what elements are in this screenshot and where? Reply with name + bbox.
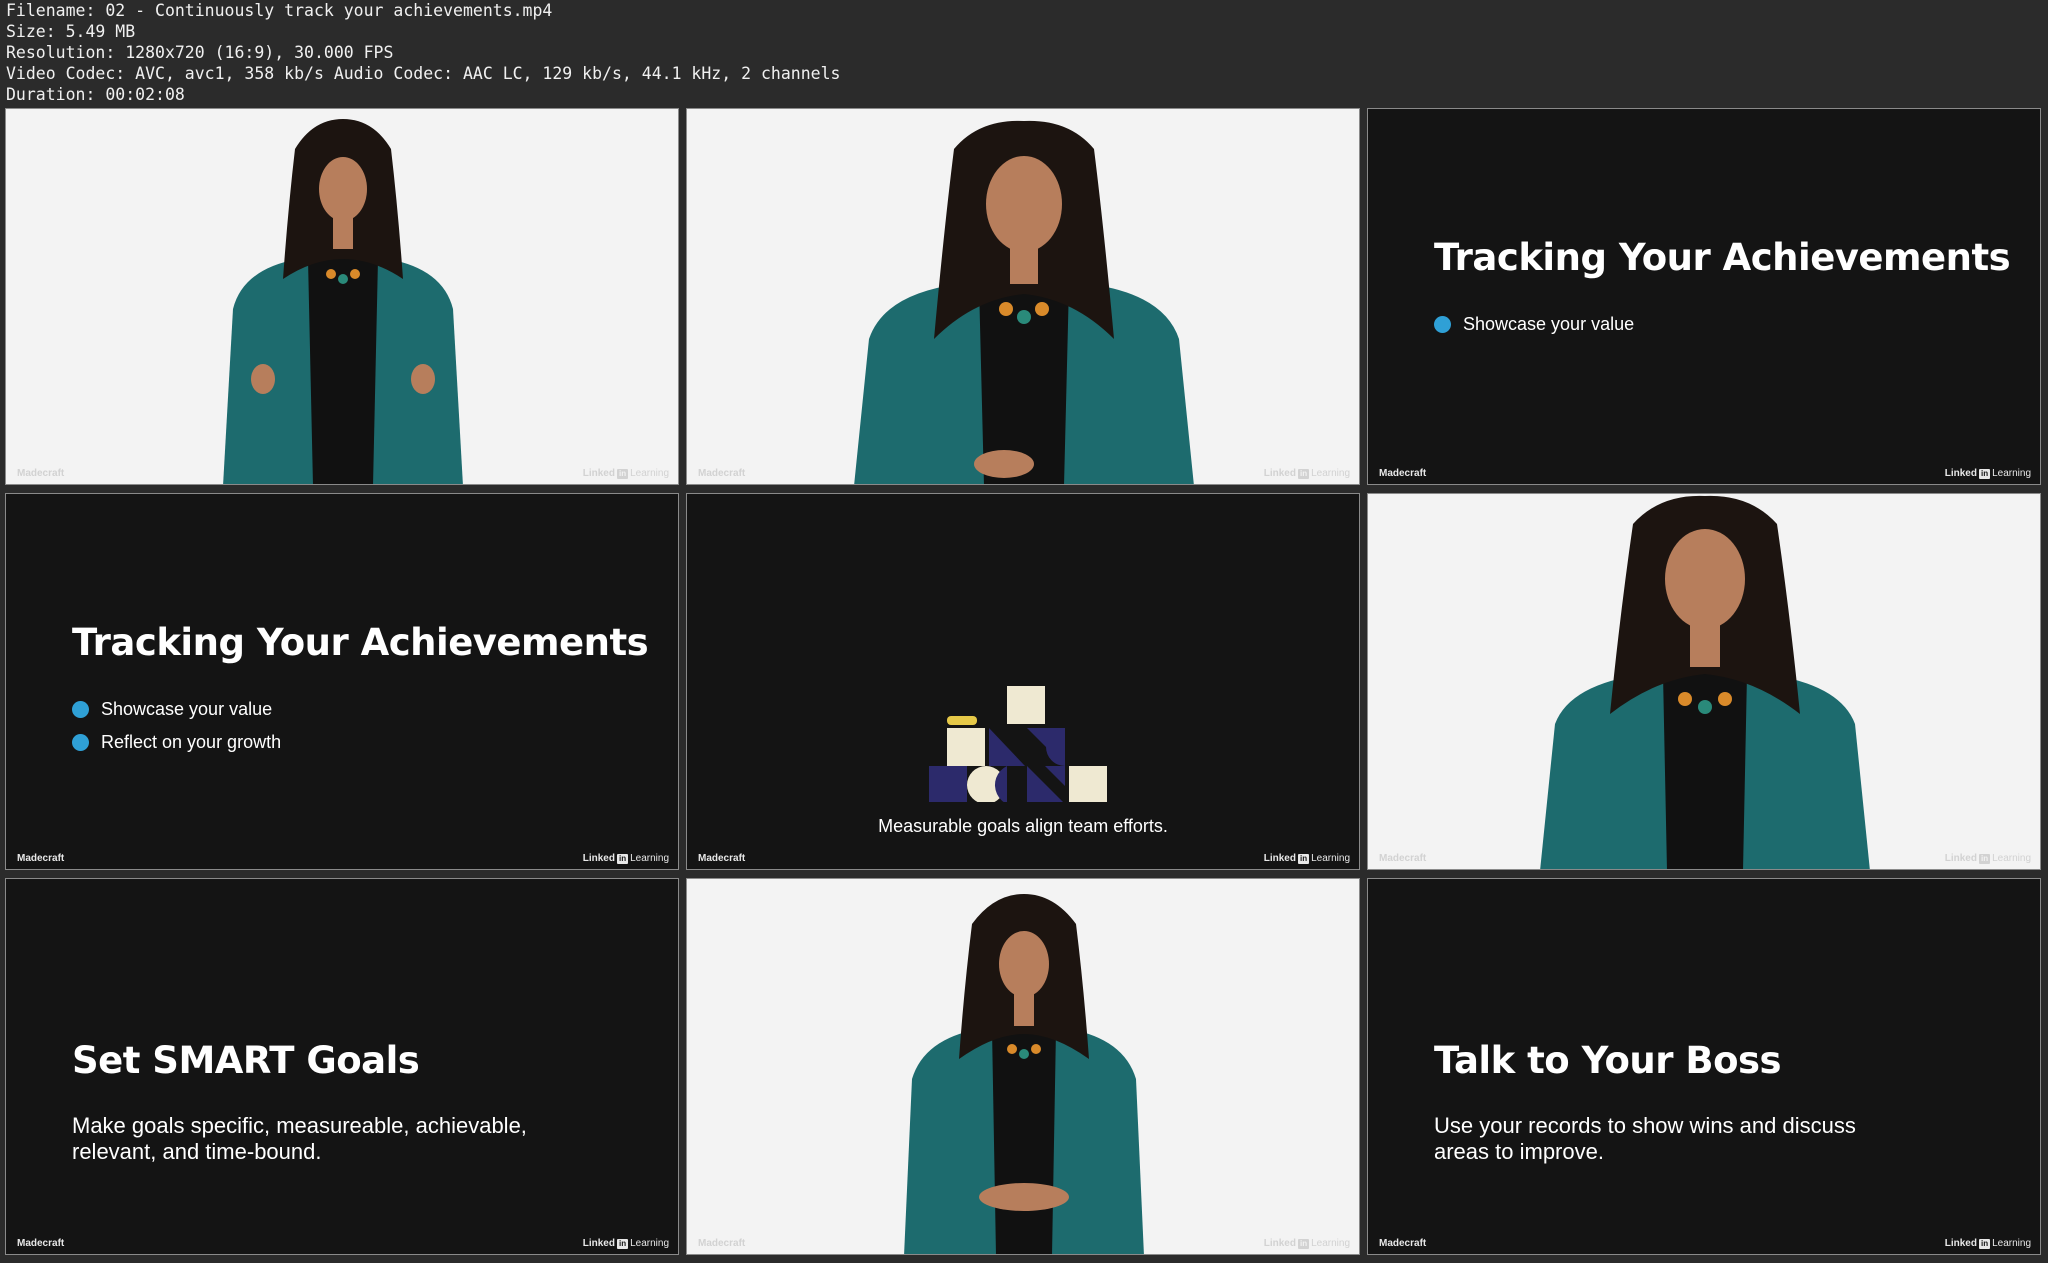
presenter-image	[854, 120, 1194, 484]
linkedin-learning-watermark: Linked in Learning	[1944, 468, 2031, 479]
linkedin-learning-watermark: Linked in Learning	[582, 468, 669, 479]
thumbnail-6[interactable]: Madecraft Linked in Learning	[1367, 493, 2041, 870]
madecraft-watermark: Madecraft	[17, 853, 65, 864]
presenter-image	[1540, 495, 1870, 869]
linkedin-learning-watermark: Linked in Learning	[582, 853, 669, 864]
madecraft-watermark: Madecraft	[17, 468, 65, 479]
linkedin-learning-watermark: Linked in Learning	[1944, 1238, 2031, 1249]
thumbnail-2[interactable]: Madecraft Linked in Learning	[686, 108, 1360, 485]
bullet-item: Showcase your value	[1434, 314, 1634, 335]
linkedin-learning-watermark: Linked in Learning	[1263, 1238, 1350, 1249]
thumbnail-3[interactable]: Tracking Your Achievements Showcase your…	[1367, 108, 2041, 485]
thumbnail-7[interactable]: Set SMART Goals Make goals specific, mea…	[5, 878, 679, 1255]
slide-title: Tracking Your Achievements	[72, 621, 649, 664]
linkedin-learning-watermark: Linked in Learning	[1263, 853, 1350, 864]
madecraft-watermark: Madecraft	[1379, 853, 1427, 864]
bullet-dot-icon	[72, 701, 89, 718]
thumbnail-1[interactable]: Madecraft Linked in Learning	[5, 108, 679, 485]
madecraft-watermark: Madecraft	[1379, 468, 1427, 479]
bullet-item: Reflect on your growth	[72, 732, 281, 753]
geometric-logo-icon	[929, 686, 1107, 802]
madecraft-watermark: Madecraft	[698, 853, 746, 864]
thumbnail-8[interactable]: Madecraft Linked in Learning	[686, 878, 1360, 1255]
madecraft-watermark: Madecraft	[698, 1238, 746, 1249]
madecraft-watermark: Madecraft	[17, 1238, 65, 1249]
slide-body: Use your records to show wins and discus…	[1434, 1113, 1856, 1164]
slide-title: Tracking Your Achievements	[1434, 236, 2011, 279]
bullet-dot-icon	[1434, 316, 1451, 333]
slide-title: Talk to Your Boss	[1434, 1039, 1782, 1082]
linkedin-learning-watermark: Linked in Learning	[582, 1238, 669, 1249]
bullet-dot-icon	[72, 734, 89, 751]
slide-caption: Measurable goals align team efforts.	[878, 816, 1168, 836]
linkedin-learning-watermark: Linked in Learning	[1944, 853, 2031, 864]
presenter-image	[904, 894, 1144, 1254]
thumbnail-9[interactable]: Talk to Your Boss Use your records to sh…	[1367, 878, 2041, 1255]
thumbnail-grid: Madecraft Linked in Learning Madecraft Lin…	[0, 0, 2048, 1263]
thumbnail-4[interactable]: Tracking Your Achievements Showcase your…	[5, 493, 679, 870]
slide-title: Set SMART Goals	[72, 1039, 420, 1082]
bullet-item: Showcase your value	[72, 699, 272, 720]
presenter-image	[223, 119, 463, 484]
slide-body: Make goals specific, measureable, achiev…	[72, 1113, 527, 1164]
madecraft-watermark: Madecraft	[698, 468, 746, 479]
thumbnail-5[interactable]: Measurable goals align team efforts. Mad…	[686, 493, 1360, 870]
madecraft-watermark: Madecraft	[1379, 1238, 1427, 1249]
linkedin-learning-watermark: Linked in Learning	[1263, 468, 1350, 479]
